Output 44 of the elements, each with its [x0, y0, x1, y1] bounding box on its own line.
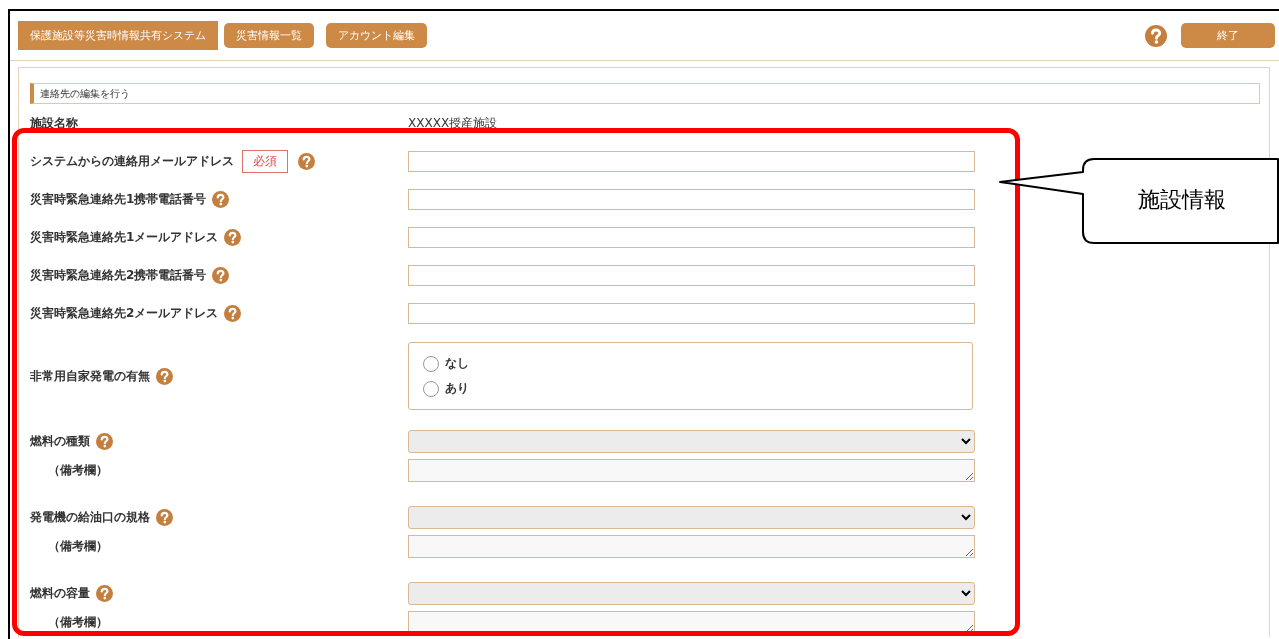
field-label: （備考欄） [47, 538, 108, 555]
field-label: 燃料の種類 [30, 433, 90, 450]
field-value: XXXXX授産施設 [408, 114, 498, 132]
option-label[interactable]: あり [445, 380, 469, 397]
note-field[interactable] [408, 459, 975, 482]
help-icon[interactable] [224, 304, 242, 322]
help-icon[interactable] [96, 433, 113, 450]
field-label: 災害時緊急連絡先2携帯電話番号 [30, 266, 207, 284]
help-icon[interactable] [298, 152, 315, 170]
note-field[interactable] [408, 535, 975, 558]
field-label: （備考欄） [47, 614, 108, 631]
field-label: システムからの連絡用メールアドレス [30, 152, 234, 170]
exit-button[interactable]: 終了 [1181, 23, 1275, 48]
text-field[interactable] [408, 264, 975, 286]
radio-button[interactable] [423, 380, 439, 397]
dropdown[interactable] [408, 582, 975, 605]
field-label: 災害時緊急連絡先1携帯電話番号 [30, 190, 207, 208]
help-icon[interactable] [212, 190, 230, 208]
nav-tab[interactable]: 災害情報一覧 [224, 23, 314, 48]
radio-button[interactable] [423, 355, 439, 372]
field-label: 災害時緊急連絡先2メールアドレス [30, 304, 219, 322]
dropdown[interactable] [408, 506, 975, 529]
text-field[interactable] [408, 302, 975, 324]
help-icon[interactable] [212, 266, 230, 284]
field-label: 災害時緊急連絡先1メールアドレス [30, 228, 219, 246]
nav-tab[interactable]: 保護施設等災害時情報共有システム [18, 21, 218, 50]
help-icon[interactable] [96, 585, 113, 602]
help-icon[interactable] [156, 509, 173, 526]
help-icon[interactable] [1145, 24, 1167, 47]
text-field[interactable] [408, 150, 975, 172]
callout-text: 施設情報 [1138, 186, 1226, 214]
text-field[interactable] [408, 188, 975, 210]
text-field[interactable] [408, 226, 975, 248]
section-title: 連絡先の編集を行う [30, 83, 1260, 104]
field-label: （備考欄） [47, 462, 108, 479]
help-icon[interactable] [224, 228, 242, 246]
field-label: 非常用自家発電の有無 [30, 367, 150, 385]
required-tag: 必須 [242, 149, 288, 173]
option-label[interactable]: なし [445, 355, 469, 372]
field-label: 燃料の容量 [30, 585, 90, 602]
nav-tab[interactable]: アカウント編集 [326, 23, 427, 48]
help-icon[interactable] [156, 367, 173, 385]
dropdown[interactable] [408, 430, 975, 453]
field-label: 発電機の給油口の規格 [30, 509, 150, 526]
